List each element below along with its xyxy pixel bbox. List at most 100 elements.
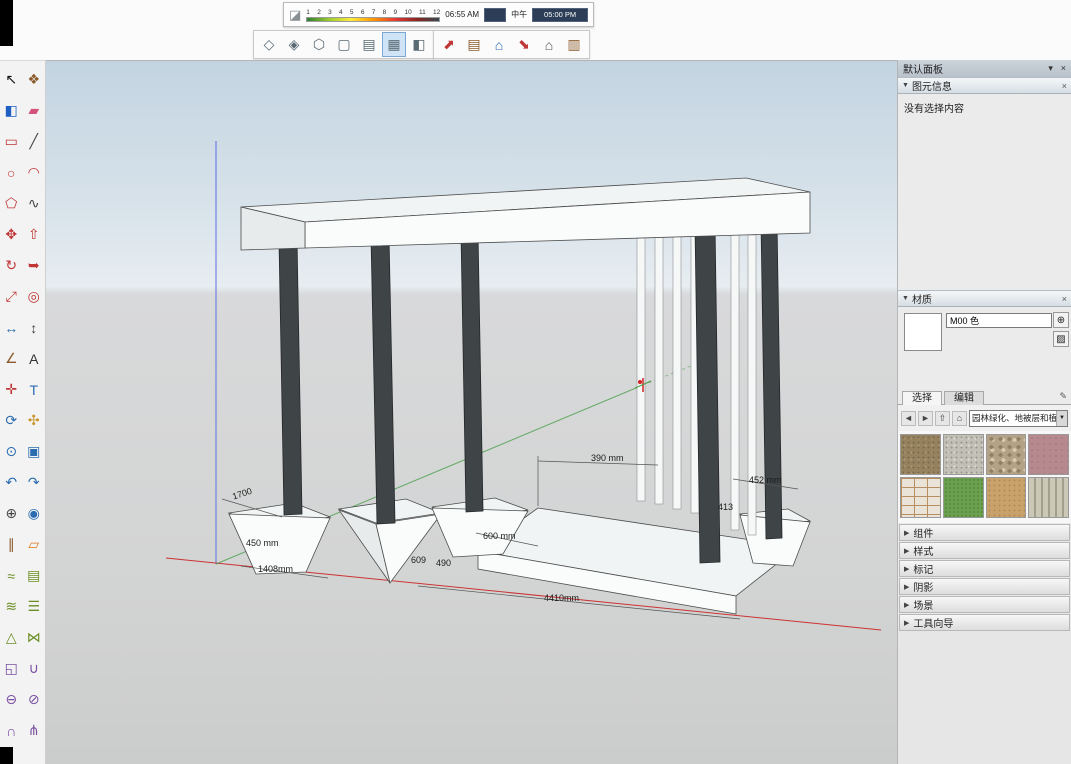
tool-push-pull-icon[interactable]: ⇧ (23, 224, 44, 245)
swatch-grass-green[interactable] (943, 477, 984, 518)
tool-3d-text-icon[interactable]: T (23, 379, 44, 400)
swatch-gravel-brown[interactable] (900, 434, 941, 475)
section-3-阴影[interactable]: ▶阴影 (899, 578, 1070, 595)
paint-model-icon[interactable]: ▨ (1053, 331, 1069, 347)
swatch-gravel-gray[interactable] (943, 434, 984, 475)
section-5-工具向导[interactable]: ▶工具向导 (899, 614, 1070, 631)
date-slider[interactable]: 123456789101112 (306, 7, 440, 22)
x-ray-icon[interactable]: ◇ (257, 32, 281, 57)
entity-info-close-icon[interactable]: × (1062, 81, 1067, 91)
tool-previous-icon[interactable]: ↶ (1, 472, 22, 493)
extension-warehouse-icon[interactable]: ⌂ (537, 32, 561, 57)
section-4-场景[interactable]: ▶场景 (899, 596, 1070, 613)
tool-freehand-icon[interactable]: ∿ (23, 193, 44, 214)
3d-warehouse-icon[interactable]: ⌂ (487, 32, 511, 57)
tool-pan-icon[interactable]: ✣ (23, 410, 44, 431)
swatch-stone-rose[interactable] (1028, 434, 1069, 475)
share-component-icon[interactable]: ▤ (462, 32, 486, 57)
tool-smoove-icon[interactable]: ≈ (1, 565, 22, 586)
time-slider-track-pm[interactable]: 05:00 PM (532, 8, 588, 22)
tool-add-detail-icon[interactable]: △ (1, 627, 22, 648)
entity-info-header[interactable]: ▼ 图元信息 × (898, 77, 1071, 94)
tool-follow-me-icon[interactable]: ➥ (23, 255, 44, 276)
tray-close-icon[interactable]: × (1061, 63, 1066, 73)
category-dropdown[interactable]: 园林绿化、地被层和植被 ▼ (969, 410, 1068, 427)
materials-header[interactable]: ▼ 材质 × (898, 290, 1071, 307)
swatch-pebbles[interactable] (986, 434, 1027, 475)
tool-protractor-icon[interactable]: ∠ (1, 348, 22, 369)
tool-zoom-icon[interactable]: ⊙ (1, 441, 22, 462)
tool-orbit-icon[interactable]: ⟳ (1, 410, 22, 431)
section-1-样式[interactable]: ▶样式 (899, 542, 1070, 559)
share-model-icon[interactable]: ⬈ (437, 32, 461, 57)
tool-scale-icon[interactable]: ⤢ (1, 286, 22, 307)
tool-line-icon[interactable]: ╱ (23, 131, 44, 152)
tool-eraser-icon[interactable]: ▰ (23, 100, 44, 121)
tool-flip-edge-icon[interactable]: ⋈ (23, 627, 44, 648)
monochrome-icon[interactable]: ◧ (407, 32, 431, 57)
tool-section-plane-icon[interactable]: ▱ (23, 534, 44, 555)
in-model-icon[interactable]: ⌂ (952, 411, 967, 426)
expand-arrow-icon: ▼ (902, 295, 909, 302)
tool-outer-shell-icon[interactable]: ◱ (1, 658, 22, 679)
tool-move-icon[interactable]: ✥ (1, 224, 22, 245)
tool-zoom-extents-icon[interactable]: ▣ (23, 441, 44, 462)
tool-dimension-icon[interactable]: ↕ (23, 317, 44, 338)
tool-union-icon[interactable]: ∪ (23, 658, 44, 679)
entity-info-title: 图元信息 (912, 78, 952, 93)
tool-drape-icon[interactable]: ≋ (1, 596, 22, 617)
tool-split-icon[interactable]: ⋔ (23, 720, 44, 741)
tool-from-contours-icon[interactable]: ☰ (23, 596, 44, 617)
swatch-brick-light[interactable] (900, 477, 941, 518)
get-models-icon[interactable]: ⬊ (512, 32, 536, 57)
eyedropper-icon[interactable]: ✎ (1059, 391, 1067, 404)
tool-offset-icon[interactable]: ◎ (23, 286, 44, 307)
tool-tape-measure-icon[interactable]: ↔ (1, 317, 22, 338)
tray-menu-icon[interactable]: ▾ (1048, 63, 1053, 73)
material-preview[interactable] (904, 313, 942, 351)
shaded-with-textures-icon[interactable]: ▦ (382, 32, 406, 57)
tool-circle-icon[interactable]: ○ (1, 162, 22, 183)
tool-rectangle-icon[interactable]: ▭ (1, 131, 22, 152)
tab-选择[interactable]: 选择 (902, 391, 942, 405)
forward-icon[interactable]: ► (918, 411, 933, 426)
section-2-标记[interactable]: ▶标记 (899, 560, 1070, 577)
tool-position-camera-icon[interactable]: ⊕ (1, 503, 22, 524)
material-name-input[interactable] (946, 313, 1052, 328)
parent-category-icon[interactable]: ⇧ (935, 411, 950, 426)
tool-select-icon[interactable]: ↖ (1, 69, 22, 90)
tool-paint-bucket-icon[interactable]: ◧ (1, 100, 22, 121)
swatch-fence-wood[interactable] (1028, 477, 1069, 518)
month-scale: 123456789101112 (306, 9, 440, 16)
expand-arrow-icon: ▼ (902, 82, 909, 89)
component-browser-icon[interactable]: ▥ (562, 32, 586, 57)
tab-编辑[interactable]: 编辑 (944, 391, 984, 405)
hidden-line-icon[interactable]: ▢ (332, 32, 356, 57)
tool-intersect-icon[interactable]: ∩ (1, 720, 22, 741)
tool-rotate-icon[interactable]: ↻ (1, 255, 22, 276)
shadow-toggle-icon[interactable]: ◪ (289, 7, 301, 23)
wireframe-icon[interactable]: ⬡ (307, 32, 331, 57)
date-gradient-bar[interactable] (306, 17, 440, 22)
drawing-canvas[interactable]: 1700450 mm1408mm600 mm6094904410mm390 mm… (46, 60, 897, 764)
tool-axes-icon[interactable]: ✛ (1, 379, 22, 400)
tool-subtract-icon[interactable]: ⊖ (1, 689, 22, 710)
shaded-icon[interactable]: ▤ (357, 32, 381, 57)
time-slider-track-am[interactable] (484, 8, 506, 22)
tool-make-component-icon[interactable]: ❖ (23, 69, 44, 90)
tool-next-icon[interactable]: ↷ (23, 472, 44, 493)
section-0-组件[interactable]: ▶组件 (899, 524, 1070, 541)
tool-walk-icon[interactable]: ∥ (1, 534, 22, 555)
back-icon[interactable]: ◄ (901, 411, 916, 426)
materials-close-icon[interactable]: × (1062, 294, 1067, 304)
tool-text-icon[interactable]: A (23, 348, 44, 369)
tool-stamp-icon[interactable]: ▤ (23, 565, 44, 586)
back-edges-icon[interactable]: ◈ (282, 32, 306, 57)
tool-look-around-icon[interactable]: ◉ (23, 503, 44, 524)
swatch-sand-tan[interactable] (986, 477, 1027, 518)
create-material-icon[interactable]: ⊕ (1053, 312, 1069, 328)
tool-polygon-icon[interactable]: ⬠ (1, 193, 22, 214)
tool-trim-icon[interactable]: ⊘ (23, 689, 44, 710)
sketchup-window: ◪ 123456789101112 06:55 AM 中午 05:00 PM ◇… (0, 0, 1071, 764)
tool-arc-icon[interactable]: ◠ (23, 162, 44, 183)
